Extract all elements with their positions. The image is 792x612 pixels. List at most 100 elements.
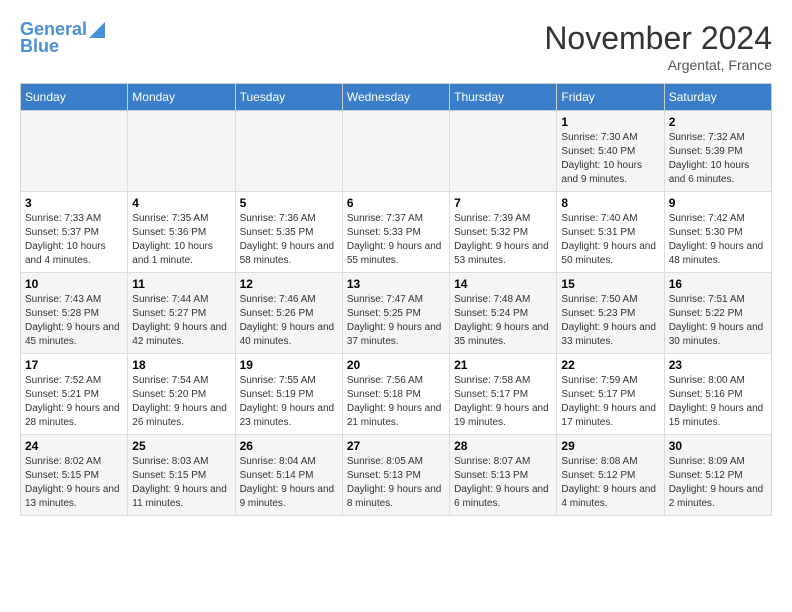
day-info: Sunrise: 8:02 AM Sunset: 5:15 PM Dayligh… (25, 455, 123, 511)
day-number: 27 (347, 439, 445, 453)
day-info: Sunrise: 7:44 AM Sunset: 5:27 PM Dayligh… (132, 293, 230, 349)
calendar-cell: 19 Sunrise: 7:55 AM Sunset: 5:19 PM Dayli… (235, 354, 342, 435)
calendar-cell: 23Sunrise: 8:00 AM Sunset: 5:16 PM Dayli… (664, 354, 771, 435)
logo-blue: Blue (20, 36, 59, 57)
day-info: Sunrise: 7:51 AM Sunset: 5:22 PM Dayligh… (669, 293, 767, 349)
calendar-cell: 6 Sunrise: 7:37 AM Sunset: 5:33 PM Daylig… (342, 192, 449, 273)
day-number: 20 (347, 358, 445, 372)
calendar-cell: 7 Sunrise: 7:39 AM Sunset: 5:32 PM Daylig… (450, 192, 557, 273)
day-number: 25 (132, 439, 230, 453)
day-info: Sunrise: 8:08 AM Sunset: 5:12 PM Dayligh… (561, 455, 659, 511)
logo: General Blue (20, 20, 105, 57)
day-info: Sunrise: 7:50 AM Sunset: 5:23 PM Dayligh… (561, 293, 659, 349)
day-number: 8 (561, 196, 659, 210)
day-info: Sunrise: 7:42 AM Sunset: 5:30 PM Dayligh… (669, 212, 767, 268)
calendar-cell: 18Sunrise: 7:54 AM Sunset: 5:20 PM Dayli… (128, 354, 235, 435)
calendar-cell: 25 Sunrise: 8:03 AM Sunset: 5:15 PM Dayli… (128, 435, 235, 516)
weekday-header-wednesday: Wednesday (342, 84, 449, 111)
weekday-header-thursday: Thursday (450, 84, 557, 111)
day-number: 16 (669, 277, 767, 291)
weekday-header-friday: Friday (557, 84, 664, 111)
day-number: 9 (669, 196, 767, 210)
calendar-cell: 1 Sunrise: 7:30 AM Sunset: 5:40 PM Daylig… (557, 111, 664, 192)
day-number: 6 (347, 196, 445, 210)
weekday-header-saturday: Saturday (664, 84, 771, 111)
day-info: Sunrise: 7:40 AM Sunset: 5:31 PM Dayligh… (561, 212, 659, 268)
day-number: 30 (669, 439, 767, 453)
calendar-cell: 26 Sunrise: 8:04 AM Sunset: 5:14 PM Dayli… (235, 435, 342, 516)
day-number: 1 (561, 115, 659, 129)
day-number: 24 (25, 439, 123, 453)
calendar-cell: 8 Sunrise: 7:40 AM Sunset: 5:31 PM Daylig… (557, 192, 664, 273)
day-number: 7 (454, 196, 552, 210)
day-number: 13 (347, 277, 445, 291)
day-info: Sunrise: 7:39 AM Sunset: 5:32 PM Dayligh… (454, 212, 552, 268)
day-info: Sunrise: 8:04 AM Sunset: 5:14 PM Dayligh… (240, 455, 338, 511)
calendar-cell: 4 Sunrise: 7:35 AM Sunset: 5:36 PM Daylig… (128, 192, 235, 273)
day-number: 29 (561, 439, 659, 453)
calendar-cell: 21 Sunrise: 7:58 AM Sunset: 5:17 PM Dayli… (450, 354, 557, 435)
day-info: Sunrise: 7:52 AM Sunset: 5:21 PM Dayligh… (25, 374, 123, 430)
day-info: Sunrise: 7:56 AM Sunset: 5:18 PM Dayligh… (347, 374, 445, 430)
calendar-cell: 16 Sunrise: 7:51 AM Sunset: 5:22 PM Dayli… (664, 273, 771, 354)
day-number: 18 (132, 358, 230, 372)
day-info: Sunrise: 7:30 AM Sunset: 5:40 PM Dayligh… (561, 131, 659, 187)
page-header: General Blue November 2024 Argentat, Fra… (20, 20, 772, 73)
day-info: Sunrise: 7:32 AM Sunset: 5:39 PM Dayligh… (669, 131, 767, 187)
day-number: 10 (25, 277, 123, 291)
calendar-cell: 28Sunrise: 8:07 AM Sunset: 5:13 PM Dayli… (450, 435, 557, 516)
day-info: Sunrise: 8:09 AM Sunset: 5:12 PM Dayligh… (669, 455, 767, 511)
calendar-cell (342, 111, 449, 192)
day-number: 11 (132, 277, 230, 291)
calendar-cell: 12 Sunrise: 7:46 AM Sunset: 5:26 PM Dayli… (235, 273, 342, 354)
calendar-cell: 22 Sunrise: 7:59 AM Sunset: 5:17 PM Dayli… (557, 354, 664, 435)
calendar-cell: 3 Sunrise: 7:33 AM Sunset: 5:37 PM Daylig… (21, 192, 128, 273)
calendar-cell: 2Sunrise: 7:32 AM Sunset: 5:39 PM Daylig… (664, 111, 771, 192)
day-info: Sunrise: 8:05 AM Sunset: 5:13 PM Dayligh… (347, 455, 445, 511)
calendar-cell: 5Sunrise: 7:36 AM Sunset: 5:35 PM Daylig… (235, 192, 342, 273)
calendar-cell: 15Sunrise: 7:50 AM Sunset: 5:23 PM Dayli… (557, 273, 664, 354)
day-number: 26 (240, 439, 338, 453)
location-subtitle: Argentat, France (544, 57, 772, 73)
calendar-cell: 29 Sunrise: 8:08 AM Sunset: 5:12 PM Dayli… (557, 435, 664, 516)
day-info: Sunrise: 7:55 AM Sunset: 5:19 PM Dayligh… (240, 374, 338, 430)
weekday-header-tuesday: Tuesday (235, 84, 342, 111)
calendar-cell: 27 Sunrise: 8:05 AM Sunset: 5:13 PM Dayli… (342, 435, 449, 516)
day-number: 3 (25, 196, 123, 210)
day-info: Sunrise: 7:47 AM Sunset: 5:25 PM Dayligh… (347, 293, 445, 349)
calendar-cell: 17 Sunrise: 7:52 AM Sunset: 5:21 PM Dayli… (21, 354, 128, 435)
day-info: Sunrise: 7:35 AM Sunset: 5:36 PM Dayligh… (132, 212, 230, 268)
day-number: 17 (25, 358, 123, 372)
logo-arrow-icon (89, 22, 105, 38)
calendar-table: SundayMondayTuesdayWednesdayThursdayFrid… (20, 83, 772, 516)
calendar-cell: 14Sunrise: 7:48 AM Sunset: 5:24 PM Dayli… (450, 273, 557, 354)
calendar-cell: 24 Sunrise: 8:02 AM Sunset: 5:15 PM Dayli… (21, 435, 128, 516)
calendar-cell: 30 Sunrise: 8:09 AM Sunset: 5:12 PM Dayli… (664, 435, 771, 516)
calendar-cell (128, 111, 235, 192)
calendar-cell: 11 Sunrise: 7:44 AM Sunset: 5:27 PM Dayli… (128, 273, 235, 354)
day-info: Sunrise: 7:59 AM Sunset: 5:17 PM Dayligh… (561, 374, 659, 430)
day-number: 14 (454, 277, 552, 291)
day-info: Sunrise: 7:43 AM Sunset: 5:28 PM Dayligh… (25, 293, 123, 349)
day-info: Sunrise: 7:37 AM Sunset: 5:33 PM Dayligh… (347, 212, 445, 268)
weekday-header-sunday: Sunday (21, 84, 128, 111)
day-info: Sunrise: 8:07 AM Sunset: 5:13 PM Dayligh… (454, 455, 552, 511)
calendar-cell: 9 Sunrise: 7:42 AM Sunset: 5:30 PM Daylig… (664, 192, 771, 273)
day-info: Sunrise: 7:46 AM Sunset: 5:26 PM Dayligh… (240, 293, 338, 349)
calendar-cell (235, 111, 342, 192)
day-info: Sunrise: 8:03 AM Sunset: 5:15 PM Dayligh… (132, 455, 230, 511)
day-info: Sunrise: 7:33 AM Sunset: 5:37 PM Dayligh… (25, 212, 123, 268)
calendar-cell (450, 111, 557, 192)
day-number: 4 (132, 196, 230, 210)
day-number: 12 (240, 277, 338, 291)
day-number: 19 (240, 358, 338, 372)
title-block: November 2024 Argentat, France (544, 20, 772, 73)
month-title: November 2024 (544, 20, 772, 57)
day-number: 23 (669, 358, 767, 372)
weekday-header-monday: Monday (128, 84, 235, 111)
day-number: 22 (561, 358, 659, 372)
day-info: Sunrise: 7:58 AM Sunset: 5:17 PM Dayligh… (454, 374, 552, 430)
day-info: Sunrise: 7:36 AM Sunset: 5:35 PM Dayligh… (240, 212, 338, 268)
calendar-cell: 13 Sunrise: 7:47 AM Sunset: 5:25 PM Dayli… (342, 273, 449, 354)
day-number: 21 (454, 358, 552, 372)
